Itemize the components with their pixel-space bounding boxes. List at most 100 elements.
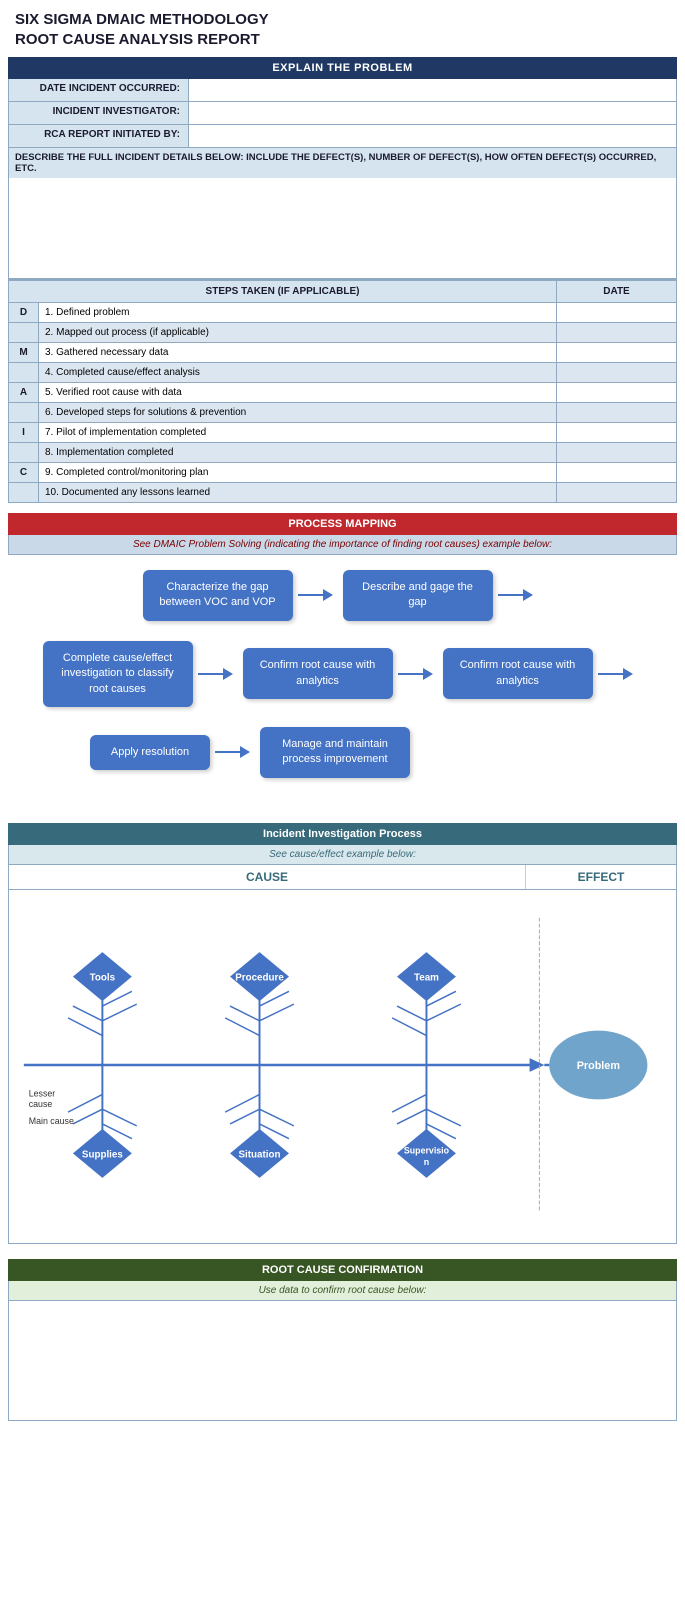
step-letter: M [9, 343, 39, 363]
step-letter [9, 363, 39, 383]
flow-box-2b: Confirm root cause with analytics [243, 648, 393, 699]
step-date[interactable] [557, 403, 677, 423]
flow-diagram: Characterize the gap between VOC and VOP… [0, 555, 685, 813]
step-text: 5. Verified root cause with data [39, 383, 557, 403]
flow-row-1: Characterize the gap between VOC and VOP… [10, 570, 675, 621]
investigator-label: INCIDENT INVESTIGATOR: [9, 102, 189, 124]
step-text: 6. Developed steps for solutions & preve… [39, 403, 557, 423]
step-row: I7. Pilot of implementation completed [9, 423, 677, 443]
flow-box-3a: Apply resolution [90, 735, 210, 770]
flow-box-2a: Complete cause/effect investigation to c… [43, 641, 193, 707]
svg-text:Team: Team [414, 972, 439, 983]
flow-box-2c: Confirm root cause with analytics [443, 648, 593, 699]
date-incident-value[interactable] [189, 79, 676, 101]
step-date[interactable] [557, 323, 677, 343]
page-title-line1: SIX SIGMA DMAIC METHODOLOGY [15, 10, 670, 30]
flow-arrow-1a [298, 585, 338, 605]
rca-initiated-row: RCA REPORT INITIATED BY: [9, 125, 676, 148]
fishbone-svg: Tools Procedure Team Supplies [14, 905, 671, 1225]
cause-label: CAUSE [9, 865, 526, 889]
effect-label: EFFECT [526, 865, 676, 889]
step-date[interactable] [557, 483, 677, 503]
incident-investigation-subtitle: See cause/effect example below: [8, 845, 677, 865]
step-letter [9, 403, 39, 423]
steps-col1-header: STEPS TAKEN (IF APPLICABLE) [9, 281, 557, 303]
investigator-value[interactable] [189, 102, 676, 124]
flow-arrow-2a [198, 664, 238, 684]
step-text: 1. Defined problem [39, 303, 557, 323]
step-letter [9, 323, 39, 343]
svg-text:Problem: Problem [577, 1060, 620, 1072]
svg-text:Lesser: Lesser [29, 1088, 56, 1098]
step-letter: C [9, 463, 39, 483]
step-text: 10. Documented any lessons learned [39, 483, 557, 503]
page-title-line2: ROOT CAUSE ANALYSIS REPORT [15, 30, 670, 50]
step-letter: A [9, 383, 39, 403]
flow-arrow-1b [498, 585, 538, 605]
rca-initiated-value[interactable] [189, 125, 676, 147]
step-row: A5. Verified root cause with data [9, 383, 677, 403]
flow-row-3: Apply resolution Manage and maintain pro… [10, 727, 675, 778]
steps-table: STEPS TAKEN (IF APPLICABLE) DATE D1. Def… [8, 280, 677, 503]
step-date[interactable] [557, 463, 677, 483]
svg-text:Main cause: Main cause [29, 1116, 74, 1126]
rca-initiated-label: RCA REPORT INITIATED BY: [9, 125, 189, 147]
step-letter: D [9, 303, 39, 323]
rcc-subtitle: Use data to confirm root cause below: [8, 1281, 677, 1301]
step-row: 8. Implementation completed [9, 443, 677, 463]
date-incident-row: DATE INCIDENT OCCURRED: [9, 79, 676, 102]
svg-text:Procedure: Procedure [235, 972, 284, 983]
step-row: 4. Completed cause/effect analysis [9, 363, 677, 383]
step-text: 8. Implementation completed [39, 443, 557, 463]
step-row: D1. Defined problem [9, 303, 677, 323]
step-date[interactable] [557, 303, 677, 323]
rcc-header: ROOT CAUSE CONFIRMATION [8, 1259, 677, 1281]
flow-arrow-3a [215, 742, 255, 762]
step-row: 6. Developed steps for solutions & preve… [9, 403, 677, 423]
step-row: 10. Documented any lessons learned [9, 483, 677, 503]
flow-arrow-2b [398, 664, 438, 684]
step-text: 3. Gathered necessary data [39, 343, 557, 363]
main-header: SIX SIGMA DMAIC METHODOLOGY ROOT CAUSE A… [0, 0, 685, 57]
cause-effect-header: CAUSE EFFECT [8, 865, 677, 890]
date-incident-label: DATE INCIDENT OCCURRED: [9, 79, 189, 101]
fishbone-diagram: Tools Procedure Team Supplies [8, 890, 677, 1244]
step-date[interactable] [557, 423, 677, 443]
flow-box-1b: Describe and gage the gap [343, 570, 493, 621]
svg-text:Tools: Tools [90, 972, 116, 983]
description-row: DESCRIBE THE FULL INCIDENT DETAILS BELOW… [9, 148, 676, 279]
step-text: 9. Completed control/monitoring plan [39, 463, 557, 483]
step-text: 4. Completed cause/effect analysis [39, 363, 557, 383]
step-row: 2. Mapped out process (if applicable) [9, 323, 677, 343]
svg-text:n: n [424, 1157, 429, 1167]
process-mapping-subtitle: See DMAIC Problem Solving (indicating th… [8, 535, 677, 555]
step-row: C9. Completed control/monitoring plan [9, 463, 677, 483]
description-label: DESCRIBE THE FULL INCIDENT DETAILS BELOW… [9, 148, 676, 178]
step-date[interactable] [557, 443, 677, 463]
svg-text:Situation: Situation [239, 1149, 281, 1160]
flow-row-2: Complete cause/effect investigation to c… [10, 641, 675, 707]
step-letter [9, 443, 39, 463]
process-mapping-header: PROCESS MAPPING [8, 513, 677, 535]
description-area[interactable] [9, 178, 676, 278]
steps-col2-header: DATE [557, 281, 677, 303]
svg-text:Supervisio: Supervisio [404, 1145, 450, 1155]
incident-investigation-header: Incident Investigation Process [8, 823, 677, 845]
investigator-row: INCIDENT INVESTIGATOR: [9, 102, 676, 125]
svg-text:Supplies: Supplies [82, 1149, 123, 1160]
explain-problem-section: EXPLAIN THE PROBLEM DATE INCIDENT OCCURR… [8, 57, 677, 503]
step-text: 7. Pilot of implementation completed [39, 423, 557, 443]
step-letter: I [9, 423, 39, 443]
explain-problem-header: EXPLAIN THE PROBLEM [8, 57, 677, 79]
step-date[interactable] [557, 383, 677, 403]
step-date[interactable] [557, 343, 677, 363]
flow-arrow-2c [598, 664, 638, 684]
step-letter [9, 483, 39, 503]
flow-box-3b: Manage and maintain process improvement [260, 727, 410, 778]
step-text: 2. Mapped out process (if applicable) [39, 323, 557, 343]
step-row: M3. Gathered necessary data [9, 343, 677, 363]
svg-text:cause: cause [29, 1099, 53, 1109]
step-date[interactable] [557, 363, 677, 383]
rcc-content[interactable] [8, 1301, 677, 1421]
flow-box-1a: Characterize the gap between VOC and VOP [143, 570, 293, 621]
